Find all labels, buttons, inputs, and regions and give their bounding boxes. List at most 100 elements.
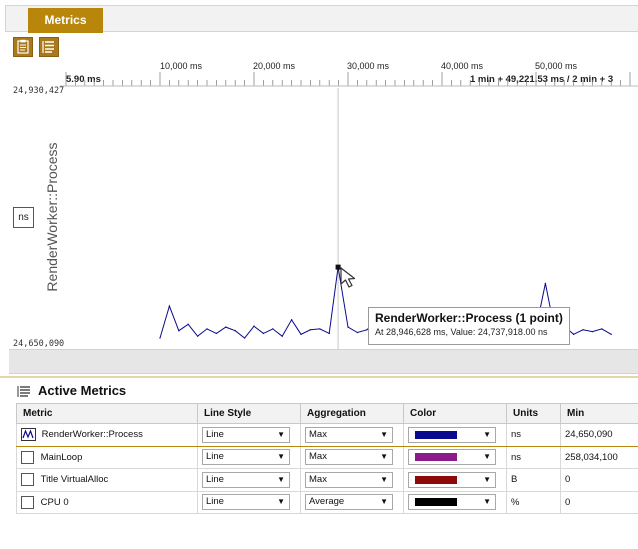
line-style-value: Line xyxy=(206,428,224,440)
color-swatch xyxy=(415,453,457,462)
line-style-dropdown[interactable]: Line ▼ xyxy=(202,426,290,443)
dropdown-arrow-icon: ▼ xyxy=(483,474,491,484)
table-row[interactable]: Title VirtualAlloc Line ▼ Max ▼ ▼ B 0 xyxy=(16,468,638,492)
metric-cell: CPU 0 xyxy=(16,490,198,514)
metric-checkbox[interactable] xyxy=(21,473,34,487)
color-swatch xyxy=(415,498,457,507)
aggregation-value: Max xyxy=(309,428,327,440)
min-cell: 0 xyxy=(560,490,638,514)
line-style-dropdown[interactable]: Line ▼ xyxy=(202,449,290,466)
data-point xyxy=(347,326,349,328)
aggregation-dropdown[interactable]: Average ▼ xyxy=(305,494,393,511)
metrics-table: Metric Line Style Aggregation Color Unit… xyxy=(16,403,638,549)
timeline-scrollbar[interactable] xyxy=(9,349,638,374)
data-point xyxy=(262,332,264,335)
line-style-cell: Line ▼ xyxy=(197,490,301,514)
metric-checkbox[interactable] xyxy=(21,495,34,509)
data-point xyxy=(159,337,161,339)
color-dropdown[interactable]: ▼ xyxy=(408,494,496,511)
units-cell: % xyxy=(506,490,561,514)
aggregation-value: Average xyxy=(309,496,345,508)
divider xyxy=(0,376,638,378)
metric-chart-icon[interactable] xyxy=(21,428,36,442)
color-swatch xyxy=(415,430,457,439)
data-point xyxy=(610,333,612,335)
data-point xyxy=(328,332,330,335)
min-cell: 0 xyxy=(560,468,638,492)
data-point xyxy=(187,323,189,325)
dropdown-arrow-icon: ▼ xyxy=(380,429,388,439)
tab-metrics[interactable]: Metrics xyxy=(28,8,103,33)
line-style-dropdown[interactable]: Line ▼ xyxy=(202,494,290,511)
line-style-value: Line xyxy=(206,496,224,508)
data-point xyxy=(244,337,246,339)
dropdown-arrow-icon: ▼ xyxy=(483,452,491,462)
dropdown-arrow-icon: ▼ xyxy=(483,497,491,507)
color-dropdown[interactable]: ▼ xyxy=(408,471,496,488)
line-style-value: Line xyxy=(206,473,224,485)
tooltip-detail: At 28,946,628 ms, Value: 24,737,918.00 n… xyxy=(375,327,548,337)
dropdown-arrow-icon: ▼ xyxy=(380,497,388,507)
metric-name: MainLoop xyxy=(40,451,83,463)
units-cell: B xyxy=(506,468,561,492)
data-point xyxy=(601,328,603,330)
cursor-arrow-icon xyxy=(340,267,356,288)
tooltip-title: RenderWorker::Process (1 point) xyxy=(375,311,563,325)
list-button[interactable] xyxy=(39,37,59,57)
data-point xyxy=(291,319,293,321)
data-point xyxy=(591,331,593,333)
column-header-metric[interactable]: Metric xyxy=(16,403,198,424)
aggregation-dropdown[interactable]: Max ▼ xyxy=(305,449,393,466)
list-icon xyxy=(42,41,54,53)
aggregation-dropdown[interactable]: Max ▼ xyxy=(305,471,393,488)
aggregation-cell: Max ▼ xyxy=(300,445,404,469)
chart-tooltip: RenderWorker::Process (1 point) At 28,94… xyxy=(368,307,570,345)
aggregation-dropdown[interactable]: Max ▼ xyxy=(305,426,393,443)
line-style-cell: Line ▼ xyxy=(197,445,301,469)
table-row[interactable]: CPU 0 Line ▼ Average ▼ ▼ % 0 xyxy=(16,490,638,514)
clipboard-icon xyxy=(17,39,29,54)
data-point xyxy=(234,330,236,332)
aggregation-cell: Max ▼ xyxy=(300,468,404,492)
aggregation-value: Max xyxy=(309,473,327,485)
units-cell: ns xyxy=(506,423,561,447)
data-point xyxy=(253,325,255,327)
units-box: ns xyxy=(13,207,34,228)
column-header-color[interactable]: Color xyxy=(403,403,507,424)
line-style-value: Line xyxy=(206,451,224,463)
data-point xyxy=(272,328,274,330)
metric-cell: Title VirtualAlloc xyxy=(16,468,198,492)
column-header-units[interactable]: Units xyxy=(506,403,561,424)
line-style-dropdown[interactable]: Line ▼ xyxy=(202,471,290,488)
column-header-aggregation[interactable]: Aggregation xyxy=(300,403,404,424)
toolbar xyxy=(5,34,638,60)
data-point xyxy=(178,330,180,332)
data-point xyxy=(319,328,321,330)
table-header-row: Metric Line Style Aggregation Color Unit… xyxy=(16,403,638,424)
line-style-cell: Line ▼ xyxy=(197,468,301,492)
dropdown-arrow-icon: ▼ xyxy=(277,474,285,484)
dropdown-arrow-icon: ▼ xyxy=(483,429,491,439)
tab-strip: Metrics xyxy=(5,5,638,33)
data-point xyxy=(215,332,217,335)
aggregation-value: Max xyxy=(309,451,327,463)
dropdown-arrow-icon: ▼ xyxy=(277,497,285,507)
column-header-min[interactable]: Min xyxy=(560,403,638,424)
metric-checkbox[interactable] xyxy=(21,450,34,464)
column-header-line-style[interactable]: Line Style xyxy=(197,403,301,424)
min-cell: 258,034,100 xyxy=(560,445,638,469)
aggregation-cell: Average ▼ xyxy=(300,490,404,514)
min-cell: 24,650,090 xyxy=(560,423,638,447)
data-point xyxy=(300,333,302,335)
metric-name: Title VirtualAlloc xyxy=(40,474,109,486)
table-row[interactable]: MainLoop Line ▼ Max ▼ ▼ ns 258,034,100 xyxy=(16,445,638,469)
color-dropdown[interactable]: ▼ xyxy=(408,426,496,443)
table-row[interactable]: RenderWorker::Process Line ▼ Max ▼ ▼ ns … xyxy=(16,423,638,447)
metric-name: CPU 0 xyxy=(40,496,69,508)
clipboard-button[interactable] xyxy=(13,37,33,57)
dropdown-arrow-icon: ▼ xyxy=(277,429,285,439)
data-point xyxy=(573,333,575,335)
color-dropdown[interactable]: ▼ xyxy=(408,449,496,466)
section-title: Active Metrics xyxy=(38,383,127,398)
dropdown-arrow-icon: ▼ xyxy=(277,452,285,462)
